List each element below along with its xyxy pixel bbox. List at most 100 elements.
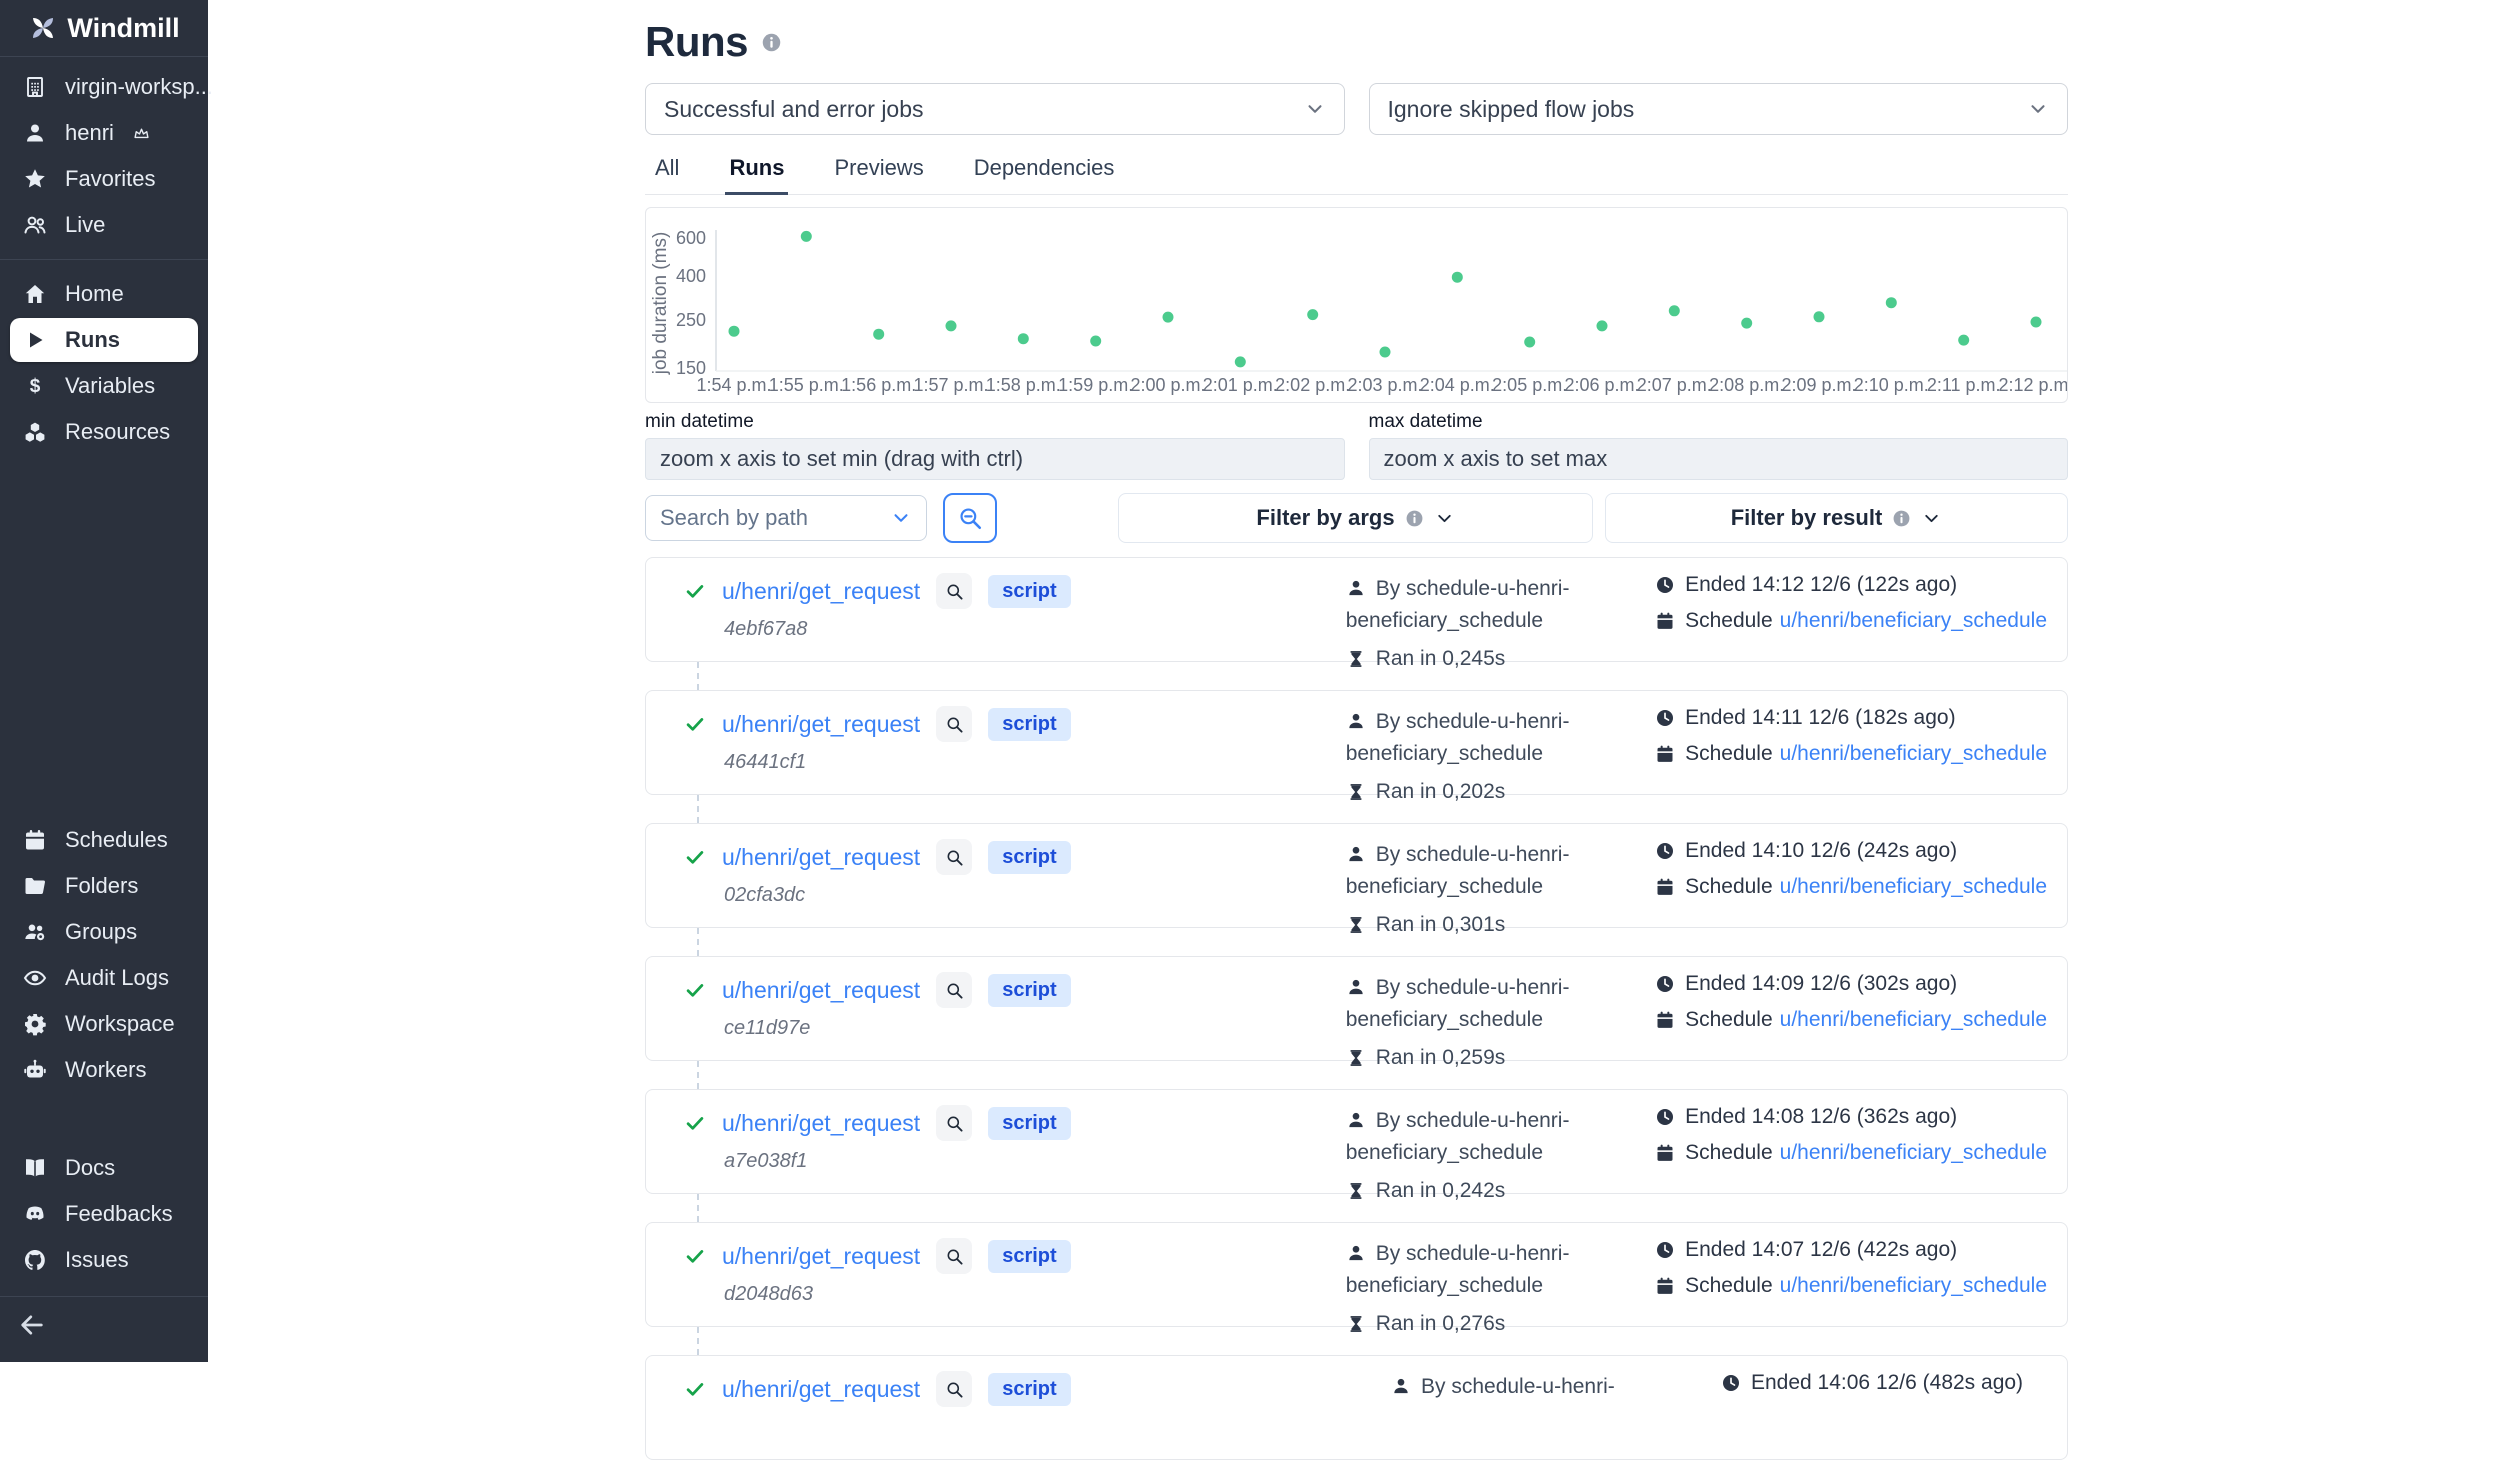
min-datetime-input[interactable] <box>645 438 1345 480</box>
run-triggered-by: By schedule-u-henri- <box>1391 1371 1721 1403</box>
inspect-run-button[interactable] <box>936 1105 972 1141</box>
sidebar-item-user-menu[interactable]: henri <box>10 111 198 155</box>
sidebar-item-runs[interactable]: Runs <box>10 318 198 362</box>
max-datetime-input[interactable] <box>1369 438 2069 480</box>
filter-by-args-button[interactable]: Filter by args <box>1118 493 1593 543</box>
sidebar-item-label: Variables <box>65 373 155 399</box>
crown-icon <box>133 125 150 142</box>
run-row[interactable]: u/henri/get_request script a7e038f1 By s… <box>645 1089 2068 1194</box>
schedule-link[interactable]: u/henri/beneficiary_schedule <box>1780 875 2047 899</box>
run-row[interactable]: u/henri/get_request script 02cfa3dc By s… <box>645 823 2068 928</box>
run-path-link[interactable]: u/henri/get_request <box>722 977 920 1004</box>
run-connector <box>697 1194 699 1222</box>
sidebar-item-label: Issues <box>65 1247 129 1273</box>
tab-dependencies[interactable]: Dependencies <box>970 145 1119 194</box>
search-icon <box>945 582 964 601</box>
sidebar-item-home[interactable]: Home <box>10 272 198 316</box>
schedule-link[interactable]: u/henri/beneficiary_schedule <box>1780 1141 2047 1165</box>
tab-runs[interactable]: Runs <box>725 145 788 195</box>
building-icon <box>22 75 48 99</box>
inspect-run-button[interactable] <box>936 1238 972 1274</box>
run-row[interactable]: u/henri/get_request script 46441cf1 By s… <box>645 690 2068 795</box>
sidebar-item-resources[interactable]: Resources <box>10 410 198 454</box>
run-path-link[interactable]: u/henri/get_request <box>722 844 920 871</box>
run-duration: Ran in 0,301s <box>1346 913 1655 937</box>
run-schedule: Scheduleu/henri/beneficiary_schedule <box>1655 875 2047 899</box>
flow-jobs-select[interactable]: Ignore skipped flow jobs <box>1369 83 2069 135</box>
schedule-link[interactable]: u/henri/beneficiary_schedule <box>1780 609 2047 633</box>
job-status-select[interactable]: Successful and error jobs <box>645 83 1345 135</box>
inspect-run-button[interactable] <box>936 972 972 1008</box>
sidebar-item-label: Workers <box>65 1057 147 1083</box>
groups-icon <box>22 920 48 944</box>
inspect-run-button[interactable] <box>936 1371 972 1407</box>
sidebar-item-workers[interactable]: Workers <box>10 1048 198 1092</box>
sidebar-item-workspace[interactable]: Workspace <box>10 1002 198 1046</box>
svg-text:2:00 p.m.: 2:00 p.m. <box>1130 375 1205 395</box>
sidebar-item-audit-logs[interactable]: Audit Logs <box>10 956 198 1000</box>
search-icon <box>945 1247 964 1266</box>
run-connector <box>697 1327 699 1355</box>
app-logo[interactable]: Windmill <box>0 0 208 57</box>
run-path-link[interactable]: u/henri/get_request <box>722 1376 920 1403</box>
sidebar-item-folders[interactable]: Folders <box>10 864 198 908</box>
schedule-link[interactable]: u/henri/beneficiary_schedule <box>1780 1008 2047 1032</box>
chart-point <box>1380 347 1391 358</box>
sidebar-item-label: Home <box>65 281 124 307</box>
tab-previews[interactable]: Previews <box>830 145 927 194</box>
sidebar-item-schedules[interactable]: Schedules <box>10 818 198 862</box>
schedule-link[interactable]: u/henri/beneficiary_schedule <box>1780 1274 2047 1298</box>
sidebar-item-feedbacks[interactable]: Feedbacks <box>10 1192 198 1236</box>
run-path-link[interactable]: u/henri/get_request <box>722 1243 920 1270</box>
run-path-link[interactable]: u/henri/get_request <box>722 578 920 605</box>
chevron-down-icon <box>1434 508 1455 529</box>
svg-text:250: 250 <box>676 310 706 330</box>
arrow-left-icon[interactable] <box>18 1311 46 1339</box>
clock-icon <box>1655 575 1675 595</box>
sidebar-item-workspace-switcher[interactable]: virgin-worksp... <box>10 65 198 109</box>
sidebar-item-live[interactable]: Live <box>10 203 198 247</box>
filter-by-result-button[interactable]: Filter by result <box>1605 493 2068 543</box>
schedule-link[interactable]: u/henri/beneficiary_schedule <box>1780 742 2047 766</box>
book-icon <box>22 1156 48 1180</box>
sidebar-item-issues[interactable]: Issues <box>10 1238 198 1282</box>
sidebar-item-variables[interactable]: $Variables <box>10 364 198 408</box>
tab-all[interactable]: All <box>651 145 683 194</box>
search-by-path-select[interactable]: Search by path <box>645 495 927 541</box>
info-icon[interactable] <box>761 32 782 53</box>
star-icon <box>22 167 48 191</box>
hourglass-icon <box>1346 1181 1366 1201</box>
sidebar-item-favorites[interactable]: Favorites <box>10 157 198 201</box>
calendar-icon <box>1655 877 1675 897</box>
search-icon <box>945 1380 964 1399</box>
github-icon <box>22 1248 48 1272</box>
inspect-run-button[interactable] <box>936 706 972 742</box>
scatter-plot: job duration (ms)1502504006001:54 p.m.1:… <box>646 208 2067 402</box>
chart-point <box>1018 333 1029 344</box>
success-check-icon <box>684 713 706 735</box>
run-row[interactable]: u/henri/get_request script ce11d97e By s… <box>645 956 2068 1061</box>
inspect-run-button[interactable] <box>936 573 972 609</box>
sidebar-item-label: Workspace <box>65 1011 175 1037</box>
run-row[interactable]: u/henri/get_request script By schedule-u… <box>645 1355 2068 1460</box>
run-schedule: Scheduleu/henri/beneficiary_schedule <box>1655 1008 2047 1032</box>
sidebar-item-docs[interactable]: Docs <box>10 1146 198 1190</box>
run-row[interactable]: u/henri/get_request script d2048d63 By s… <box>645 1222 2068 1327</box>
sidebar-item-groups[interactable]: Groups <box>10 910 198 954</box>
search-button[interactable] <box>943 493 997 543</box>
run-path-link[interactable]: u/henri/get_request <box>722 1110 920 1137</box>
run-triggered-by: By schedule-u-henri-beneficiary_schedule <box>1346 972 1655 1035</box>
run-row[interactable]: u/henri/get_request script 4ebf67a8 By s… <box>645 557 2068 662</box>
inspect-run-button[interactable] <box>936 839 972 875</box>
person-icon <box>1346 844 1366 864</box>
svg-text:2:07 p.m.: 2:07 p.m. <box>1637 375 1712 395</box>
sidebar-item-label: Runs <box>65 327 120 353</box>
folder-icon <box>22 874 48 898</box>
job-kind-badge: script <box>988 575 1070 608</box>
app-name: Windmill <box>67 13 179 44</box>
hourglass-icon <box>1346 1048 1366 1068</box>
discord-icon <box>22 1202 48 1226</box>
job-duration-chart[interactable]: job duration (ms)1502504006001:54 p.m.1:… <box>645 207 2068 403</box>
run-path-link[interactable]: u/henri/get_request <box>722 711 920 738</box>
run-connector <box>697 662 699 690</box>
